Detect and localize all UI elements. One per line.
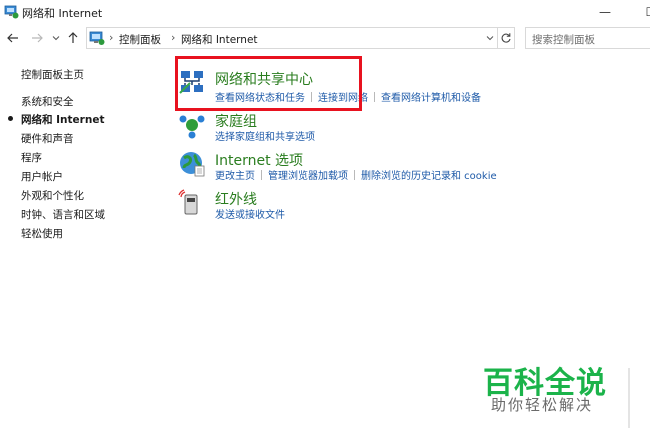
sidebar-item-programs[interactable]: 程序 — [21, 150, 42, 165]
scroll-edge — [628, 368, 630, 428]
address-history-dropdown[interactable] — [483, 29, 497, 47]
minimize-button[interactable]: — — [582, 0, 628, 24]
task-link-homegroup-options[interactable]: 选择家庭组和共享选项 — [215, 132, 315, 143]
sidebar-item-network-internet[interactable]: 网络和 Internet — [21, 112, 104, 127]
task-link-change-home-page[interactable]: 更改主页 — [215, 171, 255, 182]
arrow-right-icon — [32, 33, 43, 43]
sidebar: 控制面板主页 系统和安全 网络和 Internet 硬件和声音 程序 用户帐户 … — [0, 52, 160, 446]
sidebar-item-hardware-sound[interactable]: 硬件和声音 — [21, 131, 74, 146]
arrow-up-icon — [68, 32, 78, 43]
breadcrumb-separator: › — [109, 31, 114, 44]
back-button[interactable] — [4, 28, 22, 48]
breadcrumb-control-panel[interactable]: 控制面板 — [119, 32, 161, 47]
sidebar-item-home[interactable]: 控制面板主页 — [21, 67, 84, 82]
link-divider — [374, 92, 375, 102]
breadcrumb-separator[interactable]: › — [171, 31, 175, 44]
recent-locations-button[interactable] — [51, 28, 61, 48]
forward-button[interactable] — [28, 28, 46, 48]
task-link-manage-addons[interactable]: 管理浏览器加载项 — [268, 171, 348, 182]
title-bar: 网络和 Internet — ☐ — [0, 0, 650, 24]
link-divider — [261, 170, 262, 180]
highlight-annotation — [175, 56, 362, 111]
globe-icon — [180, 152, 205, 177]
maximize-icon: ☐ — [646, 5, 650, 19]
sidebar-item-system-security[interactable]: 系统和安全 — [21, 94, 74, 109]
sidebar-item-user-accounts[interactable]: 用户帐户 — [21, 169, 63, 184]
search-input[interactable] — [526, 30, 650, 50]
sidebar-item-ease-of-access[interactable]: 轻松使用 — [21, 226, 63, 241]
address-field[interactable]: › 控制面板 › 网络和 Internet — [86, 27, 498, 49]
window-title: 网络和 Internet — [22, 7, 103, 20]
search-box[interactable] — [525, 27, 650, 50]
chevron-down-icon — [52, 36, 60, 41]
category-homegroup: 家庭组 选择家庭组和共享选项 — [178, 111, 508, 145]
task-link-send-receive-files[interactable]: 发送或接收文件 — [215, 210, 285, 221]
link-divider — [354, 170, 355, 180]
current-page-bullet — [8, 116, 13, 121]
homegroup-icon — [179, 115, 205, 139]
up-button[interactable] — [64, 28, 82, 48]
task-link-delete-history[interactable]: 删除浏览的历史记录和 cookie — [361, 171, 497, 182]
chevron-down-icon — [486, 36, 494, 41]
breadcrumb-network-internet[interactable]: 网络和 Internet — [181, 32, 258, 47]
minimize-icon: — — [599, 5, 611, 19]
category-internet-options: Internet 选项 更改主页 管理浏览器加载项 删除浏览的历史记录和 cooki… — [178, 150, 518, 184]
refresh-icon — [501, 33, 511, 43]
task-links: 选择家庭组和共享选项 — [215, 128, 315, 143]
sidebar-item-clock-region[interactable]: 时钟、语言和区域 — [21, 207, 105, 222]
category-infrared: 红外线 发送或接收文件 — [178, 189, 508, 223]
navigation-bar: › 控制面板 › 网络和 Internet — [0, 24, 650, 52]
task-link-view-network-computers[interactable]: 查看网络计算机和设备 — [381, 93, 481, 104]
refresh-button[interactable] — [497, 27, 515, 49]
sidebar-item-appearance[interactable]: 外观和个性化 — [21, 188, 84, 203]
control-panel-icon — [89, 31, 105, 45]
task-links: 更改主页 管理浏览器加载项 删除浏览的历史记录和 cookie — [215, 167, 497, 182]
task-links: 发送或接收文件 — [215, 206, 285, 221]
infrared-icon — [178, 189, 198, 215]
maximize-button[interactable]: ☐ — [628, 0, 650, 24]
arrow-left-icon — [7, 33, 18, 43]
control-panel-app-icon — [4, 5, 19, 19]
watermark-tagline: 助你轻松解决 — [491, 396, 594, 414]
